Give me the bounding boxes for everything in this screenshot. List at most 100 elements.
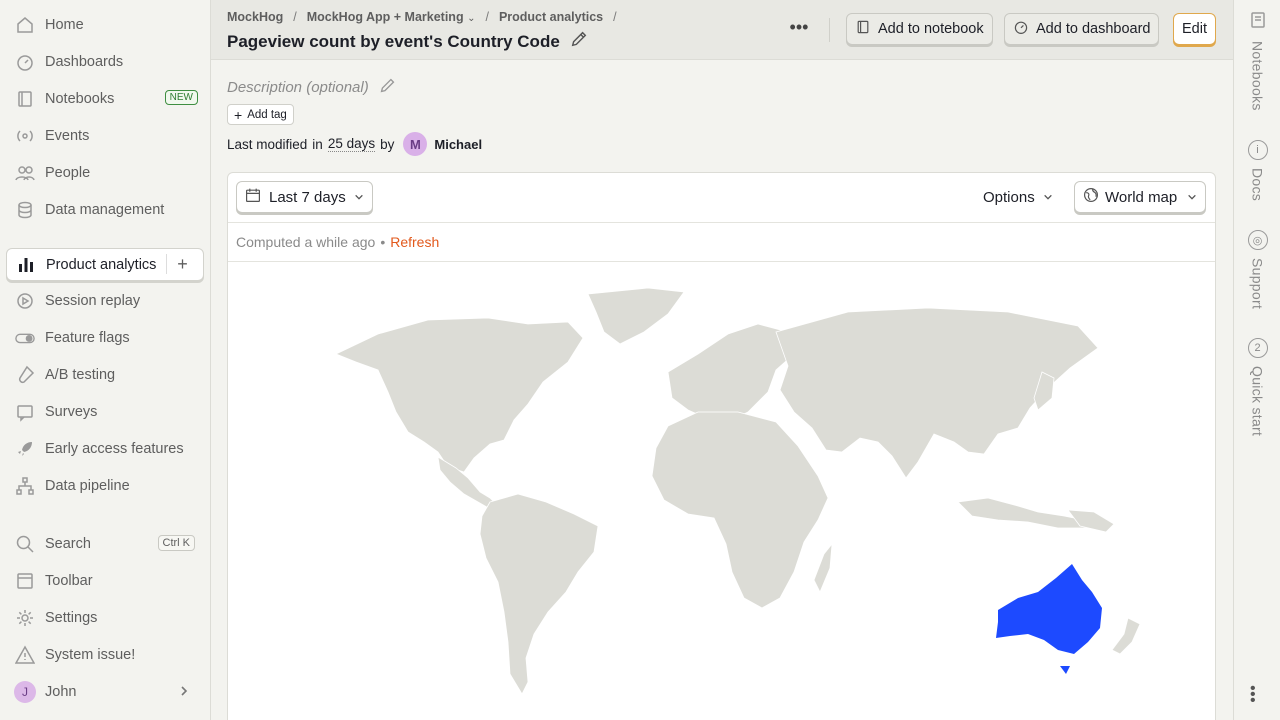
rail-item-label: Docs <box>1249 168 1266 202</box>
dashboard-icon <box>14 51 36 73</box>
map-greenland[interactable] <box>587 287 685 345</box>
events-icon <box>14 125 36 147</box>
edit-title-pencil-icon[interactable] <box>570 30 588 53</box>
rail-item-label: Support <box>1249 258 1266 310</box>
computed-separator: • <box>380 234 386 250</box>
sidebar-item-session-replay[interactable]: Session replay <box>6 285 204 317</box>
rail-more-icon[interactable]: • • • <box>1250 681 1256 709</box>
sidebar-item-surveys[interactable]: Surveys <box>6 396 204 428</box>
sidebar-item-data-management[interactable]: Data management <box>6 194 204 226</box>
edit-button[interactable]: Edit <box>1173 13 1216 45</box>
sidebar-item-settings[interactable]: Settings <box>6 602 204 634</box>
new-badge: NEW <box>164 90 198 105</box>
map-new-zealand[interactable] <box>1111 617 1141 655</box>
sidebar-item-label: Product analytics <box>46 256 157 273</box>
gear-icon <box>14 607 36 629</box>
edit-label: Edit <box>1182 21 1207 37</box>
rail-item-docs[interactable]: i Docs <box>1234 140 1280 201</box>
sidebar-item-product-analytics[interactable]: Product analytics + <box>6 248 204 281</box>
sidebar-item-home[interactable]: Home <box>6 9 204 41</box>
rail-item-support[interactable]: ◎ Support <box>1234 230 1280 309</box>
chevron-right-icon <box>178 685 190 701</box>
sidebar-item-label: Data management <box>45 202 165 218</box>
last-modified-time: 25 days <box>327 136 376 152</box>
sidebar-item-dashboards[interactable]: Dashboards <box>6 46 204 78</box>
sidebar-item-feature-flags[interactable]: Feature flags <box>6 322 204 354</box>
sidebar-item-label: Settings <box>45 610 98 626</box>
avatar: J <box>14 681 36 703</box>
breadcrumb-section[interactable]: Product analytics <box>499 10 603 24</box>
breadcrumb-separator: / <box>485 10 489 24</box>
notebook-icon <box>855 19 871 39</box>
rail-item-notebooks[interactable]: Notebooks <box>1234 10 1280 111</box>
description-field[interactable]: Description (optional) <box>227 77 396 98</box>
sidebar-item-notebooks[interactable]: Notebooks NEW <box>6 83 204 115</box>
options-dropdown[interactable]: Options <box>983 189 1053 206</box>
page-title: Pageview count by event's Country Code <box>227 30 588 53</box>
toggle-icon <box>14 327 36 349</box>
add-tag-label: Add tag <box>247 108 287 121</box>
quickstart-count: 2 <box>1247 338 1268 358</box>
date-range-button[interactable]: Last 7 days <box>236 181 373 213</box>
rail-item-label: Quick start <box>1249 366 1266 437</box>
breadcrumb-org[interactable]: MockHog <box>227 10 283 24</box>
map-tasmania[interactable] <box>1060 666 1070 674</box>
breadcrumb-separator: / <box>613 10 617 24</box>
map-europe[interactable] <box>667 323 795 423</box>
visualization-type-select[interactable]: World map <box>1074 181 1206 213</box>
add-to-dashboard-button[interactable]: Add to dashboard <box>1004 13 1160 45</box>
page-title-text: Pageview count by event's Country Code <box>227 31 560 51</box>
notebook-icon <box>1248 10 1268 33</box>
refresh-link[interactable]: Refresh <box>390 234 439 250</box>
breadcrumb-separator: / <box>293 10 297 24</box>
more-options-icon[interactable]: ••• <box>786 18 812 42</box>
sidebar-item-label: People <box>45 165 91 181</box>
world-map <box>335 287 1141 695</box>
info-icon: i <box>1247 140 1268 160</box>
divider <box>829 18 830 42</box>
sidebar: Home Dashboards Notebooks NEW Events Peo… <box>0 0 211 720</box>
computed-text: Computed a while ago <box>236 234 376 250</box>
last-modified-prefix: Last modified <box>227 136 308 152</box>
author-name: Michael <box>434 136 483 152</box>
pencil-icon <box>379 77 396 98</box>
breadcrumb-project-label: MockHog App + Marketing <box>306 10 464 24</box>
add-tag-button[interactable]: + Add tag <box>227 104 294 125</box>
sidebar-item-early-access[interactable]: Early access features <box>6 433 204 465</box>
sidebar-item-search[interactable]: Search Ctrl K <box>6 528 204 560</box>
rail-item-quick-start[interactable]: 2 Quick start <box>1234 338 1280 436</box>
last-modified-in: in <box>312 136 323 152</box>
options-label: Options <box>983 189 1035 206</box>
sidebar-item-system-issue[interactable]: System issue! <box>6 639 204 671</box>
breadcrumb-project[interactable]: MockHog App + Marketing ⌄ <box>307 10 476 24</box>
new-insight-plus-button[interactable]: + <box>166 254 194 274</box>
bar-chart-icon <box>15 254 37 276</box>
sidebar-item-ab-testing[interactable]: A/B testing <box>6 359 204 391</box>
main-content: Description (optional) + Add tag Last mo… <box>211 60 1233 720</box>
map-africa[interactable] <box>651 411 829 609</box>
right-rail: Notebooks i Docs ◎ Support 2 Quick start… <box>1233 0 1280 720</box>
add-to-notebook-button[interactable]: Add to notebook <box>846 13 993 45</box>
map-australia[interactable] <box>996 564 1102 654</box>
chevron-down-icon <box>354 189 364 206</box>
search-shortcut: Ctrl K <box>157 535 195 551</box>
sidebar-item-label: John <box>45 684 77 700</box>
sidebar-item-user[interactable]: J John <box>6 676 204 708</box>
warning-icon <box>14 644 36 666</box>
date-range-label: Last 7 days <box>269 188 346 206</box>
map-north-america[interactable] <box>335 317 584 473</box>
search-icon <box>14 533 36 555</box>
home-icon <box>14 14 36 36</box>
add-to-notebook-label: Add to notebook <box>878 21 984 37</box>
pipeline-icon <box>14 475 36 497</box>
sidebar-item-people[interactable]: People <box>6 157 204 189</box>
sidebar-item-toolbar[interactable]: Toolbar <box>6 565 204 597</box>
sidebar-item-label: A/B testing <box>45 367 116 383</box>
sidebar-item-data-pipeline[interactable]: Data pipeline <box>6 470 204 502</box>
map-indonesia[interactable] <box>957 497 1089 529</box>
sidebar-item-events[interactable]: Events <box>6 120 204 152</box>
map-madagascar[interactable] <box>813 542 833 593</box>
map-south-america[interactable] <box>479 493 599 695</box>
replay-icon <box>14 290 36 312</box>
plus-icon: + <box>234 106 243 123</box>
